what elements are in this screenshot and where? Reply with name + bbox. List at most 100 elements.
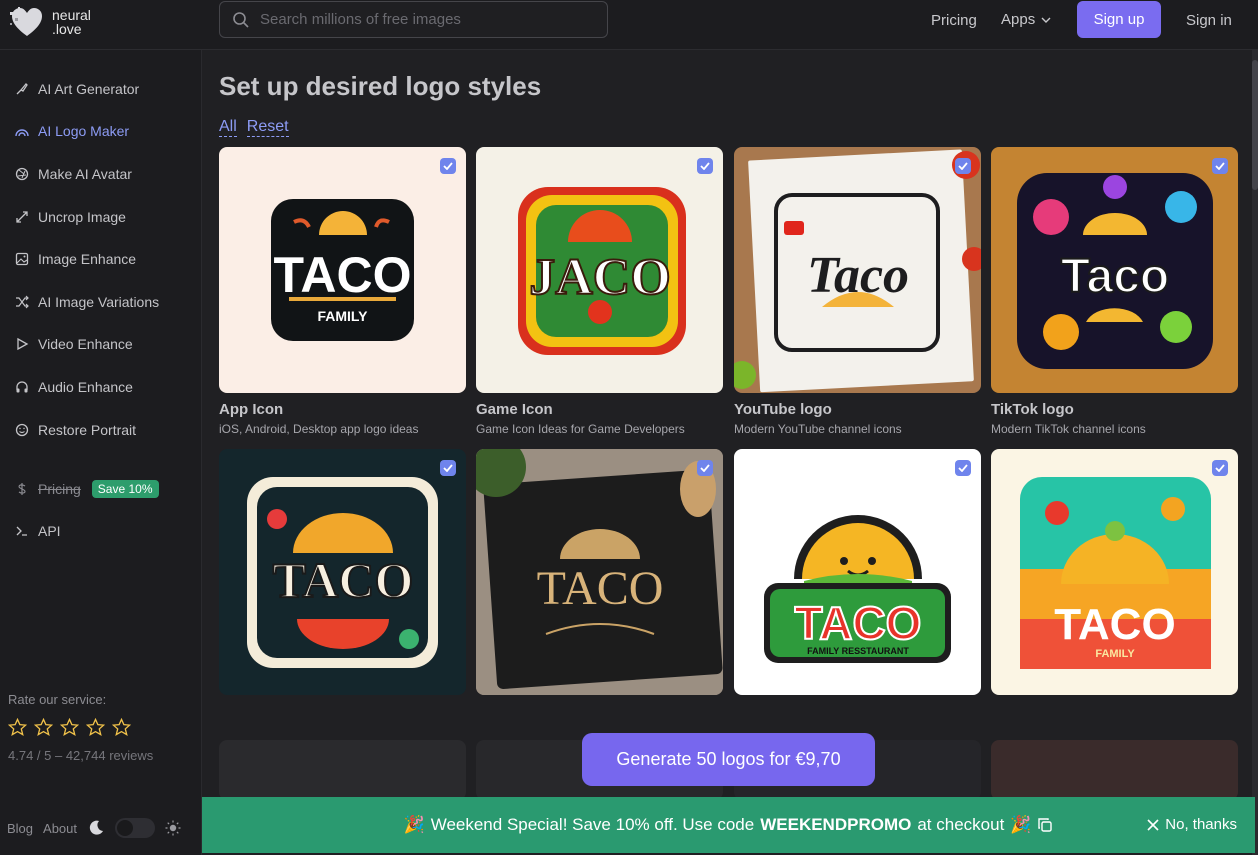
sidebar-item-api[interactable]: API bbox=[15, 523, 61, 539]
play-icon bbox=[17, 337, 29, 351]
card-description: Modern YouTube channel icons bbox=[734, 422, 902, 436]
check-icon[interactable] bbox=[697, 460, 713, 476]
logo-style-card-game-icon[interactable]: JACO Game Icon Game Icon Ideas for Game … bbox=[476, 147, 723, 436]
logo-style-card[interactable]: TACO FAMILY bbox=[991, 449, 1238, 695]
nav-pricing-link[interactable]: Pricing bbox=[931, 12, 977, 29]
filter-links: All Reset bbox=[219, 118, 289, 137]
star-icon[interactable] bbox=[8, 718, 27, 737]
select-all-link[interactable]: All bbox=[219, 118, 237, 137]
sidebar-item-label: Restore Portrait bbox=[38, 422, 137, 438]
logo-style-card-youtube-logo[interactable]: Taco YouTube logo Modern YouTube channel… bbox=[734, 147, 981, 436]
reset-link[interactable]: Reset bbox=[246, 118, 289, 137]
card-logo-word: TACO bbox=[274, 247, 412, 303]
check-icon[interactable] bbox=[955, 158, 971, 174]
brand-logo[interactable]: neural .love bbox=[8, 4, 91, 40]
sidebar-item-ai-logo-maker[interactable]: AI Logo Maker bbox=[15, 123, 129, 139]
sidebar-item-label: Uncrop Image bbox=[38, 209, 126, 225]
sidebar-item-label: Audio Enhance bbox=[38, 379, 133, 395]
promo-code: WEEKENDPROMO bbox=[760, 815, 912, 834]
promo-banner: 🎉 Weekend Special! Save 10% off. Use cod… bbox=[202, 797, 1255, 853]
star-icon[interactable] bbox=[60, 718, 79, 737]
sidebar-item-image-enhance[interactable]: Image Enhance bbox=[15, 251, 136, 267]
sidebar-item-label: AI Image Variations bbox=[38, 294, 160, 310]
check-icon[interactable] bbox=[440, 158, 456, 174]
check-icon[interactable] bbox=[1212, 158, 1228, 174]
close-icon bbox=[1147, 818, 1159, 831]
blog-link[interactable]: Blog bbox=[7, 821, 33, 836]
star-icon[interactable] bbox=[34, 718, 53, 737]
dollar-icon bbox=[18, 483, 26, 495]
card-image: Taco bbox=[734, 147, 981, 393]
nav-apps-label: Apps bbox=[1001, 11, 1036, 28]
card-logo-word: TACO bbox=[273, 552, 414, 608]
card-logo-word: TACO bbox=[1054, 600, 1175, 649]
expand-icon bbox=[16, 211, 28, 223]
card-image: TACO FAMILY RESSTAURANT bbox=[734, 449, 981, 695]
card-image: TACO FAMILY bbox=[991, 449, 1238, 695]
sidebar-item-audio-enhance[interactable]: Audio Enhance bbox=[15, 379, 133, 395]
dismiss-promo-button[interactable]: No, thanks bbox=[1147, 816, 1237, 833]
save-badge: Save 10% bbox=[91, 480, 159, 498]
card-image: TACO bbox=[476, 449, 723, 695]
sidebar-item-pricing[interactable]: Pricing Save 10% bbox=[15, 480, 159, 498]
sidebar-item-make-ai-avatar[interactable]: Make AI Avatar bbox=[15, 166, 132, 182]
scrollbar-thumb[interactable] bbox=[1252, 60, 1258, 190]
sidebar-item-label: AI Art Generator bbox=[38, 81, 140, 97]
logo-style-card-tiktok-logo[interactable]: Taco TikTok logo Modern TikTok channel i… bbox=[991, 147, 1238, 436]
brush-icon bbox=[16, 83, 28, 95]
card-image: TACO bbox=[219, 449, 466, 695]
main-content: Set up desired logo styles All Reset TAC… bbox=[202, 50, 1258, 855]
sidebar-item-label: AI Logo Maker bbox=[38, 123, 130, 139]
generate-logos-button[interactable]: Generate 50 logos for €9,70 bbox=[582, 733, 875, 786]
copy-icon[interactable] bbox=[1037, 817, 1053, 833]
sidebar-item-uncrop-image[interactable]: Uncrop Image bbox=[15, 209, 126, 225]
image-icon bbox=[15, 252, 29, 266]
nav-apps-menu[interactable]: Apps bbox=[1001, 11, 1051, 28]
promo-text: Weekend Special! Save 10% off. Use code bbox=[430, 815, 755, 834]
card-logo-word: Taco bbox=[807, 247, 909, 304]
theme-toggle[interactable] bbox=[115, 818, 156, 838]
star-icon[interactable] bbox=[86, 718, 105, 737]
sidebar-item-restore-portrait[interactable]: Restore Portrait bbox=[15, 422, 136, 438]
sidebar: AI Art Generator AI Logo Maker Make AI A… bbox=[0, 50, 202, 855]
card-title: YouTube logo bbox=[734, 401, 832, 418]
aperture-icon bbox=[15, 167, 29, 181]
terminal-icon bbox=[16, 526, 27, 536]
about-link[interactable]: About bbox=[43, 821, 77, 836]
headphones-icon bbox=[16, 381, 28, 393]
sidebar-item-label: Video Enhance bbox=[38, 336, 133, 352]
card-title: TikTok logo bbox=[991, 401, 1074, 418]
card-logo-word: TACO bbox=[537, 562, 664, 615]
card-image: JACO bbox=[476, 147, 723, 393]
search-input[interactable] bbox=[260, 11, 590, 28]
card-logo-subtext: FAMILY bbox=[317, 308, 368, 324]
sidebar-item-ai-art-generator[interactable]: AI Art Generator bbox=[15, 81, 139, 97]
blurred-card bbox=[219, 740, 466, 800]
sidebar-item-label: API bbox=[38, 523, 61, 539]
dismiss-label: No, thanks bbox=[1165, 816, 1237, 833]
signup-button[interactable]: Sign up bbox=[1077, 1, 1161, 38]
logo-style-card[interactable]: TACO FAMILY RESSTAURANT bbox=[734, 449, 981, 695]
rating-stars[interactable] bbox=[8, 718, 131, 737]
sidebar-item-label: Pricing bbox=[38, 481, 81, 497]
party-popper-icon: 🎉 bbox=[1010, 815, 1032, 834]
scrollbar[interactable] bbox=[1252, 50, 1258, 855]
logo-style-card-app-icon[interactable]: TACO FAMILY App Icon iOS, Android, Deskt… bbox=[219, 147, 466, 436]
sidebar-item-ai-image-variations[interactable]: AI Image Variations bbox=[15, 294, 159, 310]
check-icon[interactable] bbox=[955, 460, 971, 476]
star-icon[interactable] bbox=[112, 718, 131, 737]
card-logo-subtext: FAMILY bbox=[1095, 648, 1135, 660]
signin-link[interactable]: Sign in bbox=[1186, 12, 1232, 29]
check-icon[interactable] bbox=[697, 158, 713, 174]
rate-label: Rate our service: bbox=[8, 692, 107, 707]
logo-style-card[interactable]: TACO bbox=[219, 449, 466, 695]
smile-icon bbox=[15, 423, 29, 437]
check-icon[interactable] bbox=[440, 460, 456, 476]
logo-style-card[interactable]: TACO bbox=[476, 449, 723, 695]
card-logo-subtext: FAMILY RESSTAURANT bbox=[807, 646, 909, 656]
top-bar: neural .love Pricing Apps Sign up Sign i… bbox=[0, 0, 1258, 50]
search-box[interactable] bbox=[219, 1, 608, 38]
check-icon[interactable] bbox=[1212, 460, 1228, 476]
sidebar-item-video-enhance[interactable]: Video Enhance bbox=[15, 336, 133, 352]
promo-message: 🎉 Weekend Special! Save 10% off. Use cod… bbox=[404, 815, 1054, 835]
